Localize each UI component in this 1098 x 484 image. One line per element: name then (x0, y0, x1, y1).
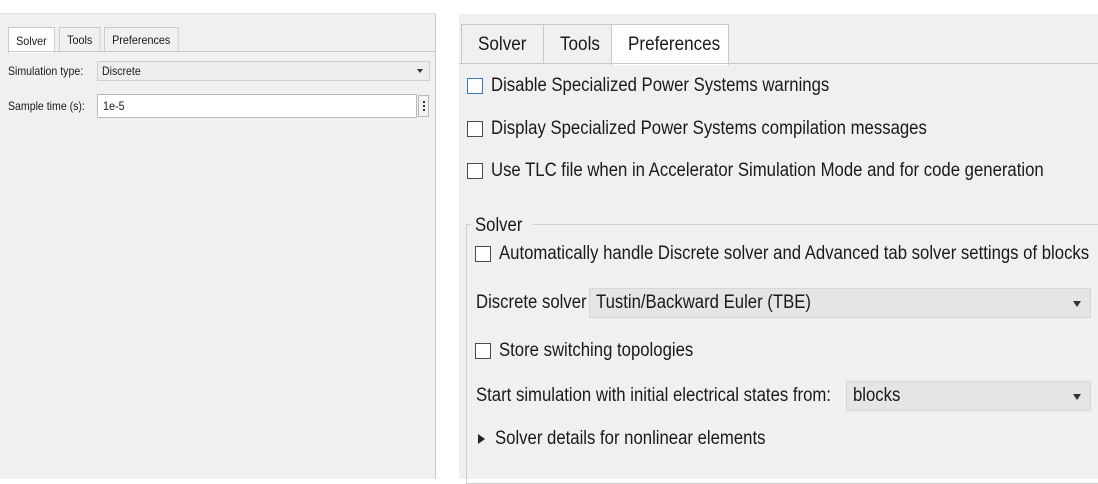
initial-states-select[interactable]: blocks (846, 381, 1091, 411)
left-top-strip (0, 0, 436, 14)
right-tab-preferences[interactable]: Preferences (611, 24, 729, 65)
chevron-down-icon (417, 69, 423, 73)
discrete-solver-value: Tustin/Backward Euler (TBE) (596, 292, 811, 313)
disable-warnings-label: Disable Specialized Power Systems warnin… (491, 75, 830, 96)
right-tab-divider (459, 63, 1098, 64)
disable-warnings-row[interactable]: Disable Specialized Power Systems warnin… (467, 73, 875, 99)
left-tab-tools[interactable]: Tools (59, 27, 101, 52)
simulation-type-row: Simulation type: (8, 60, 93, 82)
display-messages-row[interactable]: Display Specialized Power Systems compil… (467, 116, 986, 142)
left-config-panel: Solver Tools Preferences Simulation type… (0, 0, 436, 479)
auto-handle-row[interactable]: Automatically handle Discrete solver and… (475, 241, 1098, 267)
right-tab-solver[interactable]: Solver (461, 24, 543, 64)
left-tab-preferences[interactable]: Preferences (104, 27, 179, 52)
solver-details-label: Solver details for nonlinear elements (495, 428, 766, 449)
sample-time-input[interactable]: 1e-5 (97, 94, 417, 118)
simulation-type-select[interactable]: Discrete (97, 61, 430, 81)
solver-details-expander[interactable]: Solver details for nonlinear elements (478, 426, 802, 452)
disable-warnings-checkbox[interactable] (467, 78, 483, 94)
initial-states-value: blocks (853, 385, 901, 406)
right-tab-tools[interactable]: Tools (543, 24, 611, 64)
right-tab-bar: Solver Tools Preferences (461, 24, 729, 65)
expand-triangle-icon[interactable] (478, 434, 485, 444)
discrete-solver-label: Discrete solver (476, 292, 587, 313)
ellipsis-icon (422, 101, 425, 103)
store-topologies-label: Store switching topologies (499, 340, 694, 361)
simulation-type-label: Simulation type: (8, 64, 84, 78)
right-config-panel: Solver Tools Preferences Disable Special… (459, 14, 1098, 484)
initial-states-label: Start simulation with initial electrical… (476, 385, 831, 406)
use-tlc-row[interactable]: Use TLC file when in Accelerator Simulat… (467, 158, 1098, 184)
display-messages-label: Display Specialized Power Systems compil… (491, 118, 927, 139)
more-options-button[interactable] (418, 95, 429, 117)
store-topologies-row[interactable]: Store switching topologies (475, 338, 720, 364)
sample-time-label: Sample time (s): (8, 99, 85, 113)
discrete-solver-select[interactable]: Tustin/Backward Euler (TBE) (589, 288, 1091, 318)
auto-handle-label: Automatically handle Discrete solver and… (499, 243, 1090, 264)
chevron-down-icon (1073, 301, 1081, 307)
left-tab-divider (8, 51, 436, 52)
chevron-down-icon (1073, 394, 1081, 400)
sample-time-row: Sample time (s): (8, 95, 95, 117)
solver-group-title: Solver (471, 214, 533, 238)
store-topologies-checkbox[interactable] (475, 343, 491, 359)
left-tab-bar: Solver Tools Preferences (8, 27, 186, 53)
use-tlc-checkbox[interactable] (467, 163, 483, 179)
simulation-type-value: Discrete (102, 64, 141, 78)
auto-handle-checkbox[interactable] (475, 246, 491, 262)
left-tab-solver[interactable]: Solver (8, 27, 55, 53)
sample-time-value: 1e-5 (103, 99, 125, 113)
use-tlc-label: Use TLC file when in Accelerator Simulat… (491, 160, 1044, 181)
display-messages-checkbox[interactable] (467, 121, 483, 137)
